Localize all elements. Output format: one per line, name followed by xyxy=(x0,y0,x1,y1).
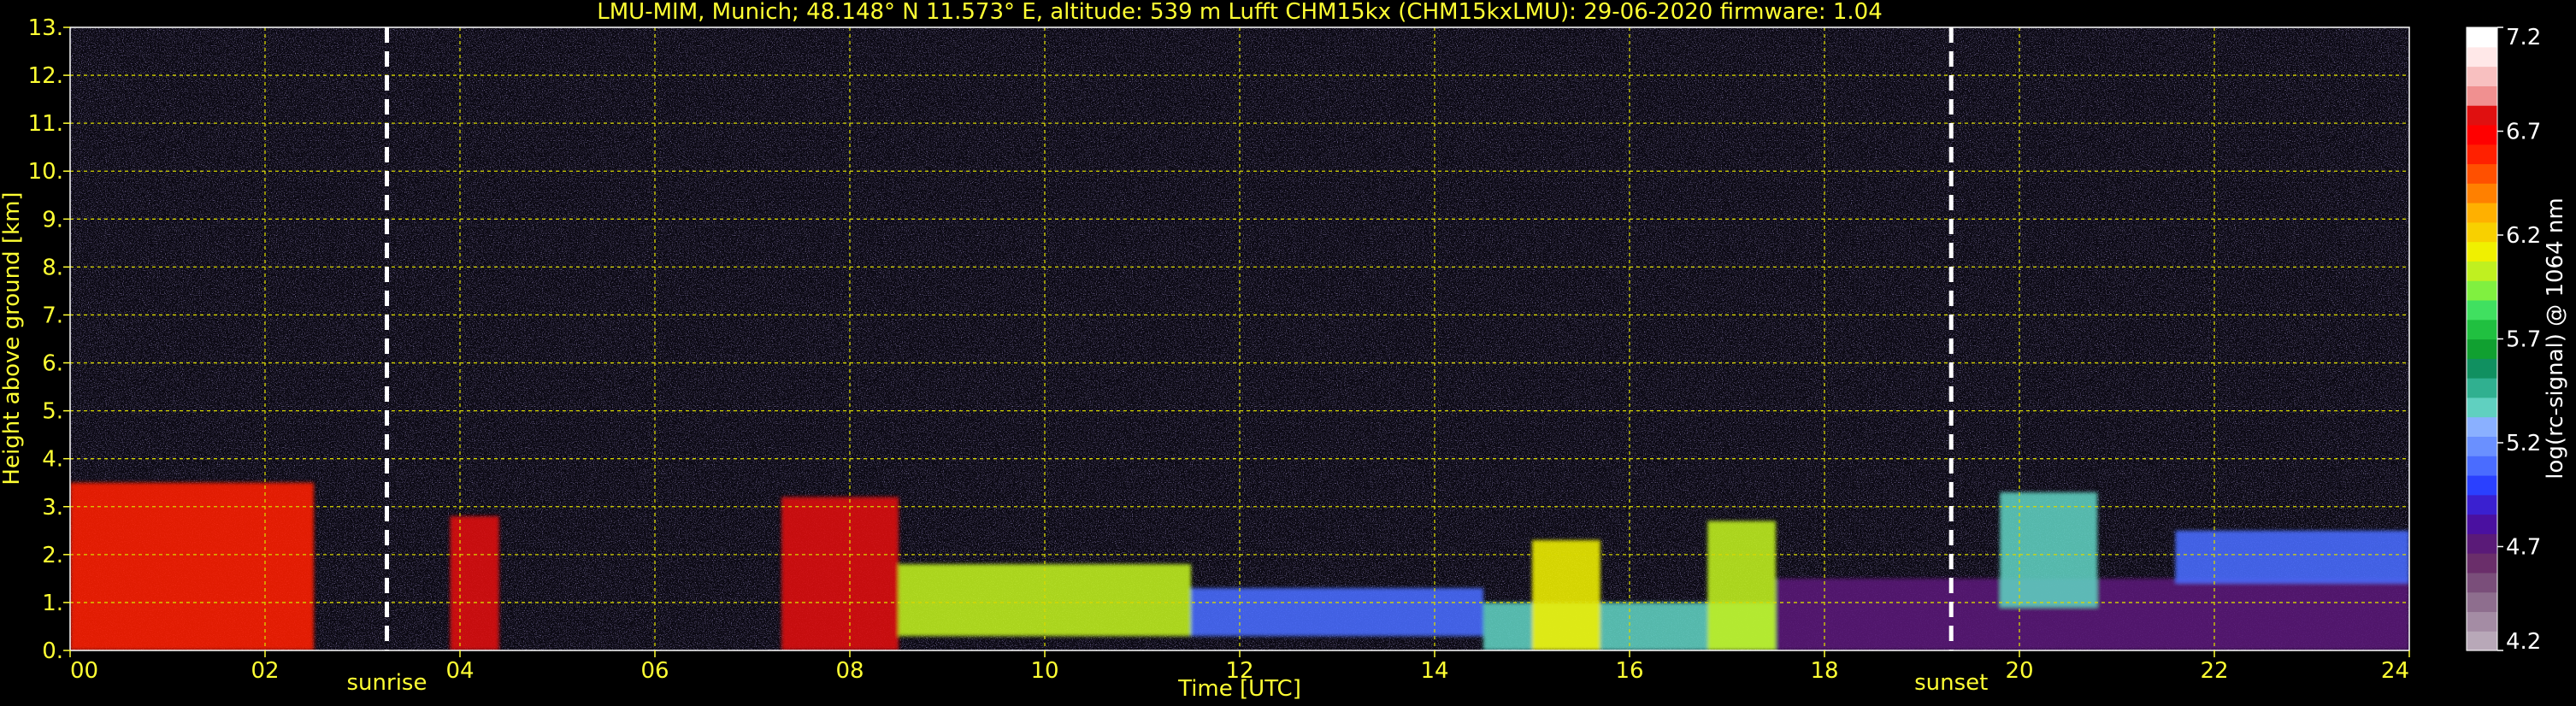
y-tick-label: 11. xyxy=(28,111,63,137)
layer-cell xyxy=(1532,540,1600,650)
colorbar-step xyxy=(2467,203,2497,223)
colorbar-scale xyxy=(2467,27,2497,651)
colorbar-step xyxy=(2467,416,2497,438)
colorbar-step xyxy=(2467,494,2497,515)
colorbar-step xyxy=(2467,338,2497,359)
x-tick-label: 10 xyxy=(1030,658,1058,684)
x-tick-label: 20 xyxy=(2005,658,2033,684)
sunrise-label: sunrise xyxy=(347,670,427,696)
sun-event-labels: sunrise sunset xyxy=(347,670,1989,696)
y-tick-label: 1. xyxy=(42,591,63,616)
colorbar-step xyxy=(2467,533,2497,554)
x-tick-label: 16 xyxy=(1615,658,1643,684)
colorbar-step xyxy=(2467,124,2497,145)
colorbar: 4.2 4.7 5.2 5.7 6.2 6.7 7.2 log(rc-signal) @ 1… xyxy=(2466,25,2568,655)
colorbar-step xyxy=(2467,456,2497,476)
colorbar-tick-label: 6.7 xyxy=(2506,120,2541,145)
x-tick-label: 14 xyxy=(1420,658,1448,684)
ceilometer-chart: LMU-MIM, Munich; 48.148° N 11.573° E, al… xyxy=(0,0,2568,702)
x-tick-label: 00 xyxy=(70,658,98,684)
layer-cell xyxy=(1707,521,1776,650)
colorbar-step xyxy=(2467,631,2497,651)
colorbar-step xyxy=(2467,105,2497,126)
colorbar-label: log(rc-signal) @ 1064 nm xyxy=(2543,197,2568,479)
colorbar-step xyxy=(2467,358,2497,379)
x-tick-label: 22 xyxy=(2200,658,2228,684)
layer-cell xyxy=(70,482,314,650)
layer-cell xyxy=(2000,491,2098,608)
y-axis: 0. 1. 2. 3. 4. 5. 6. 7. 8. 9. 10. 11. 12. 13. xyxy=(28,15,70,664)
x-axis-label: Time [UTC] xyxy=(1177,676,1301,702)
y-tick-label: 9. xyxy=(42,207,63,232)
layer-cell xyxy=(1191,588,1483,637)
x-tick-label: 24 xyxy=(2381,658,2409,684)
x-tick-label: 02 xyxy=(251,658,279,684)
y-tick-label: 12. xyxy=(28,63,63,89)
colorbar-tick-label: 4.2 xyxy=(2506,629,2541,655)
plot-area xyxy=(69,26,2410,651)
y-tick-label: 10. xyxy=(28,159,63,185)
colorbar-tick-label: 4.7 xyxy=(2506,535,2541,561)
colorbar-step xyxy=(2467,241,2497,262)
x-tick-label: 08 xyxy=(835,658,864,684)
chart-title: LMU-MIM, Munich; 48.148° N 11.573° E, al… xyxy=(597,0,1882,25)
colorbar-step xyxy=(2467,553,2497,574)
colorbar-step xyxy=(2467,66,2497,86)
x-tick-label: 04 xyxy=(445,658,474,684)
colorbar-step xyxy=(2467,280,2497,301)
colorbar-ticks: 4.2 4.7 5.2 5.7 6.2 6.7 7.2 xyxy=(2497,25,2541,655)
x-tick-label: 06 xyxy=(640,658,669,684)
y-tick-label: 6. xyxy=(42,351,63,377)
colorbar-step xyxy=(2467,261,2497,281)
y-tick-label: 5. xyxy=(42,399,63,425)
colorbar-step xyxy=(2467,514,2497,534)
colorbar-step xyxy=(2467,221,2497,243)
y-tick-label: 7. xyxy=(42,303,63,328)
colorbar-tick-label: 6.2 xyxy=(2506,223,2541,249)
colorbar-step xyxy=(2467,436,2497,456)
y-tick-label: 0. xyxy=(42,638,63,664)
colorbar-step xyxy=(2467,163,2497,184)
colorbar-step xyxy=(2467,572,2497,593)
y-tick-label: 8. xyxy=(42,255,63,280)
colorbar-tick-label: 5.2 xyxy=(2506,431,2541,456)
colorbar-step xyxy=(2467,319,2497,340)
layer-cell xyxy=(450,515,499,650)
sunset-label: sunset xyxy=(1914,670,1988,696)
colorbar-step xyxy=(2467,378,2497,398)
y-tick-label: 3. xyxy=(42,495,63,521)
colorbar-step xyxy=(2467,183,2497,203)
colorbar-step xyxy=(2467,27,2497,48)
colorbar-step xyxy=(2467,397,2497,418)
colorbar-step xyxy=(2467,85,2497,106)
y-axis-label: Height above ground [km] xyxy=(0,191,25,485)
colorbar-tick-label: 5.7 xyxy=(2506,327,2541,353)
y-tick-label: 13. xyxy=(28,15,63,41)
colorbar-step xyxy=(2467,611,2497,632)
colorbar-tick-label: 7.2 xyxy=(2506,25,2541,50)
layer-cell xyxy=(2175,530,2409,584)
colorbar-step xyxy=(2467,474,2497,496)
colorbar-step xyxy=(2467,144,2497,165)
colorbar-step xyxy=(2467,591,2497,613)
colorbar-step xyxy=(2467,46,2497,68)
colorbar-step xyxy=(2467,299,2497,321)
y-tick-label: 4. xyxy=(42,447,63,473)
layer-cell xyxy=(781,497,899,650)
x-tick-label: 18 xyxy=(1810,658,1838,684)
y-tick-label: 2. xyxy=(42,543,63,568)
